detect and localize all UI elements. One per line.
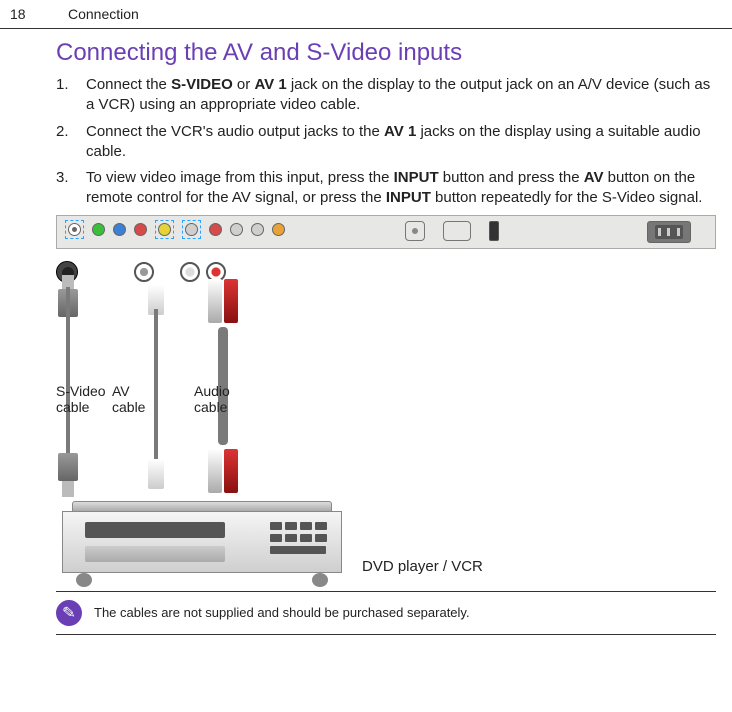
step-text: To view video image from this input, pre…: [86, 168, 716, 209]
page-header: 18 Connection: [0, 0, 732, 29]
connection-diagram: S-Video cable AV cable Audio cable DVD p: [56, 261, 716, 591]
av-port-group: [65, 220, 285, 239]
svideo-cable-label: S-Video cable: [56, 383, 116, 417]
step-number: 3.: [56, 168, 72, 209]
digital-port-group: [405, 221, 499, 241]
av-cable-label: AV cable: [112, 383, 162, 417]
step-2: 2. Connect the VCR's audio output jacks …: [56, 122, 716, 163]
svideo-cable-illustration: [56, 261, 86, 501]
step-text: Connect the VCR's audio output jacks to …: [86, 122, 716, 163]
note-text: The cables are not supplied and should b…: [94, 605, 470, 620]
manual-page: 18 Connection Connecting the AV and S-Vi…: [0, 0, 732, 712]
av1-port-highlight: [155, 220, 174, 239]
note-block: ✎ The cables are not supplied and should…: [56, 592, 716, 634]
port-icon: [443, 221, 471, 241]
step-number: 2.: [56, 122, 72, 163]
dvd-vcr-illustration: [56, 501, 348, 591]
dvd-vcr-label: DVD player / VCR: [362, 558, 483, 575]
port-icon: [405, 221, 425, 241]
component-port-icon: [92, 223, 105, 236]
step-text: Connect the S-VIDEO or AV 1 jack on the …: [86, 75, 716, 116]
svideo-port-highlight: [65, 220, 84, 239]
divider: [56, 634, 716, 635]
svideo-port-icon: [68, 223, 81, 236]
page-content: Connecting the AV and S-Video inputs 1. …: [0, 29, 732, 635]
disc-tray-icon: [85, 522, 225, 538]
section-title: Connecting the AV and S-Video inputs: [56, 39, 722, 67]
audio-port-icon: [209, 223, 222, 236]
pencil-icon: ✎: [55, 599, 83, 627]
power-socket-icon: [647, 221, 691, 243]
audio-port-icon: [185, 223, 198, 236]
display-back-panel-illustration: [56, 215, 716, 249]
port-icon: [272, 223, 285, 236]
port-icon: [251, 223, 264, 236]
page-number: 18: [10, 6, 40, 22]
audio-port-highlight: [182, 220, 201, 239]
instruction-list: 1. Connect the S-VIDEO or AV 1 jack on t…: [56, 75, 716, 209]
button-grid-icon: [270, 522, 327, 554]
chapter-title: Connection: [68, 6, 139, 22]
composite-port-icon: [158, 223, 171, 236]
front-panel-icon: [85, 546, 225, 562]
component-port-icon: [113, 223, 126, 236]
usb-port-icon: [489, 221, 499, 241]
audio-cable-label: Audio cable: [194, 383, 254, 417]
port-icon: [230, 223, 243, 236]
component-port-icon: [134, 223, 147, 236]
step-3: 3. To view video image from this input, …: [56, 168, 716, 209]
step-1: 1. Connect the S-VIDEO or AV 1 jack on t…: [56, 75, 716, 116]
step-number: 1.: [56, 75, 72, 116]
